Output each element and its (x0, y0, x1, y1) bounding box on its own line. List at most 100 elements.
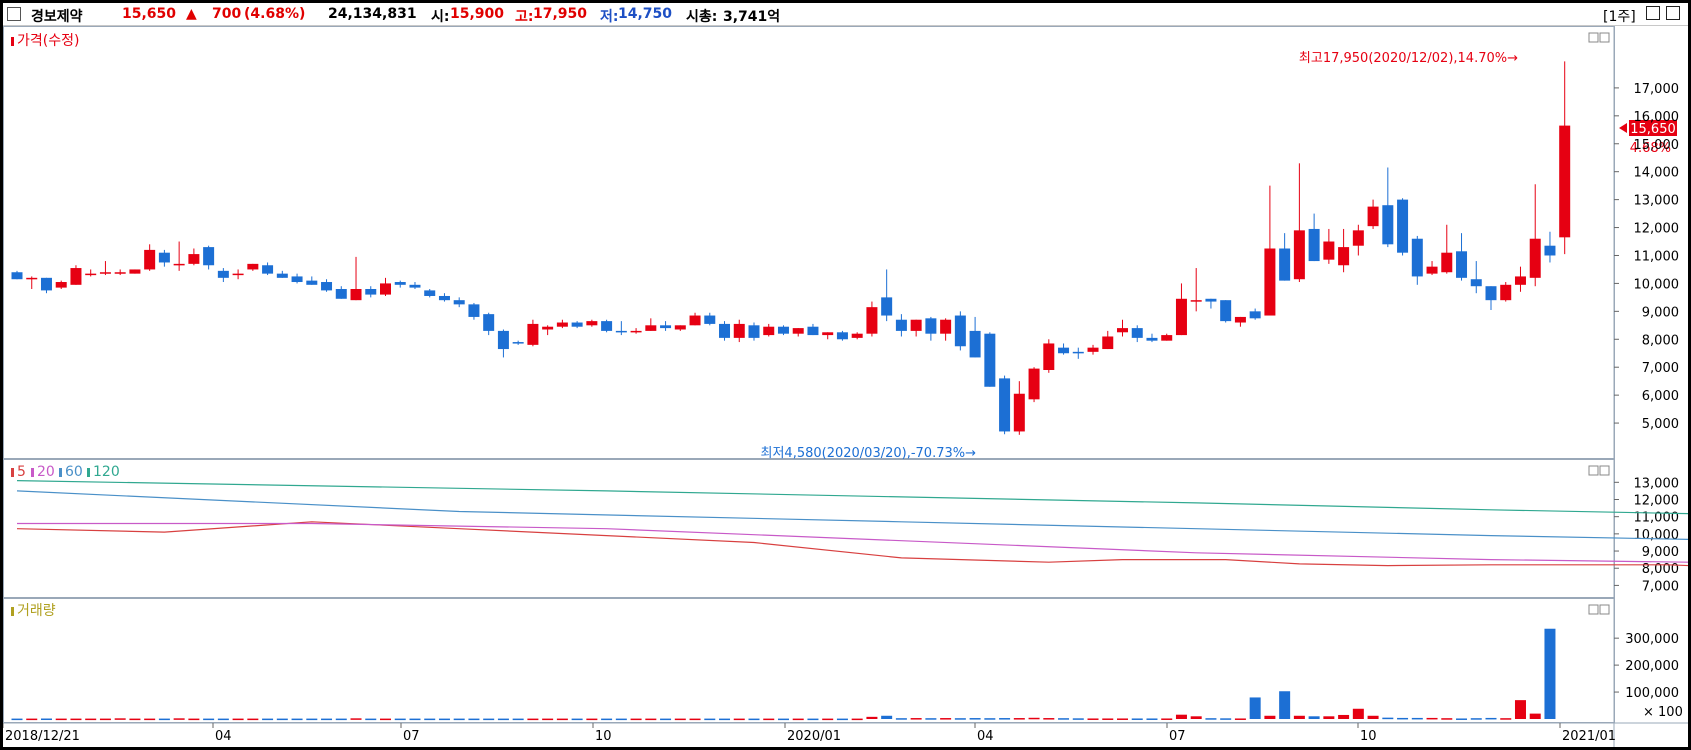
price-tick-label: 10,000 (1634, 277, 1680, 292)
price-panel-minimize-button[interactable] (1588, 32, 1599, 43)
price-tick-label: 17,000 (1634, 82, 1680, 97)
candle (1117, 319, 1128, 337)
x-tick-label: 10 (1360, 729, 1377, 744)
volume-value: 24,134,831 (328, 6, 417, 22)
volume-bar (895, 718, 907, 720)
candle (1529, 184, 1541, 287)
candle-body (704, 315, 716, 324)
volume-bar (1279, 691, 1291, 719)
candle (1382, 167, 1394, 248)
select-checkbox[interactable] (7, 7, 21, 21)
volume-bar (1323, 716, 1335, 719)
candle-body (999, 378, 1011, 432)
volume-panel-minimize-button[interactable] (1588, 604, 1599, 615)
volume-bar (571, 718, 583, 721)
candle-body (1117, 328, 1128, 333)
candle-body (689, 315, 701, 326)
candle-body (1411, 238, 1423, 277)
candle (40, 277, 52, 294)
volume-bar (335, 718, 347, 721)
price-panel-buttons (1588, 32, 1610, 43)
candle (1013, 381, 1025, 435)
x-tick-label: 2020/01 (787, 729, 841, 744)
candle-body (1146, 337, 1158, 341)
candle (203, 245, 215, 270)
volume-bar (1131, 718, 1143, 720)
candle-body (1500, 284, 1512, 301)
candle-body (1323, 241, 1335, 260)
candle-body (262, 265, 274, 274)
candle (55, 280, 67, 289)
x-tick-label: 07 (403, 729, 420, 744)
candle-body (954, 315, 966, 347)
candle (822, 332, 834, 340)
high-annotation: 최고17,950(2020/12/02),14.70%→ (1299, 51, 1518, 66)
candle-body (851, 333, 863, 338)
candle-body (144, 249, 156, 270)
candle (350, 256, 362, 301)
ma-panel-close-button[interactable] (1599, 465, 1610, 476)
candle (792, 328, 804, 337)
price-tick-label: 8,000 (1642, 333, 1679, 348)
x-tick-label: 2018/12/21 (5, 729, 80, 744)
volume-bar (173, 718, 185, 720)
candle (851, 332, 863, 340)
candle-body (556, 322, 568, 327)
current-price-arrow (1619, 123, 1627, 133)
candle (232, 269, 244, 280)
candle (512, 340, 524, 345)
price-panel-title: 가격(수정) (17, 33, 79, 49)
candle (586, 319, 598, 327)
volume-bar (232, 718, 244, 721)
candle (424, 289, 436, 298)
candle-body (188, 254, 200, 264)
candle-body (1426, 266, 1438, 274)
candle-body (129, 269, 141, 274)
ma120-legend-label: 120 (93, 464, 120, 480)
ma-panel-frame (3, 459, 1615, 598)
ma120-legend-swatch (87, 468, 90, 477)
close-button[interactable] (1666, 6, 1680, 20)
candle-body (542, 326, 554, 330)
candle (483, 312, 495, 336)
volume-bar (1500, 718, 1512, 720)
candle (1131, 325, 1143, 343)
period-label[interactable]: [1주] (1603, 6, 1636, 26)
candle-body (306, 280, 318, 285)
price-panel-close-button[interactable] (1599, 32, 1610, 43)
volume-panel-close-button[interactable] (1599, 604, 1610, 615)
candle-body (748, 325, 760, 338)
volume-panel-buttons (1588, 604, 1610, 615)
candle (144, 244, 156, 271)
candle-body (217, 270, 229, 278)
candle (247, 263, 259, 271)
ma60-legend-label: 60 (65, 464, 83, 480)
candle-body (203, 247, 215, 266)
candle-body (1559, 125, 1571, 238)
volume-bar (144, 718, 156, 721)
candle-body (836, 332, 848, 340)
volume-bar (129, 718, 141, 721)
candle (733, 319, 745, 343)
candle (1146, 333, 1158, 343)
volume-bar (704, 718, 716, 721)
volume-bar (1352, 708, 1364, 719)
volume-bar (217, 718, 229, 721)
ma-panel-minimize-button[interactable] (1588, 465, 1599, 476)
volume-bar (1102, 718, 1114, 720)
open-label: 시: (431, 9, 450, 25)
volume-bar (1411, 717, 1423, 720)
volume-bar (836, 718, 848, 721)
candle-body (984, 333, 996, 387)
ma120-line (16, 480, 1688, 515)
candle (26, 276, 38, 289)
volume-bar (321, 718, 333, 721)
low-value: 14,750 (618, 6, 673, 22)
volume-bar (881, 715, 893, 719)
restore-button[interactable] (1646, 6, 1660, 20)
volume-bar (203, 718, 215, 721)
volume-bar (276, 718, 288, 721)
volume-bar (1249, 697, 1261, 719)
candle (1308, 213, 1320, 262)
candle (1470, 261, 1482, 294)
